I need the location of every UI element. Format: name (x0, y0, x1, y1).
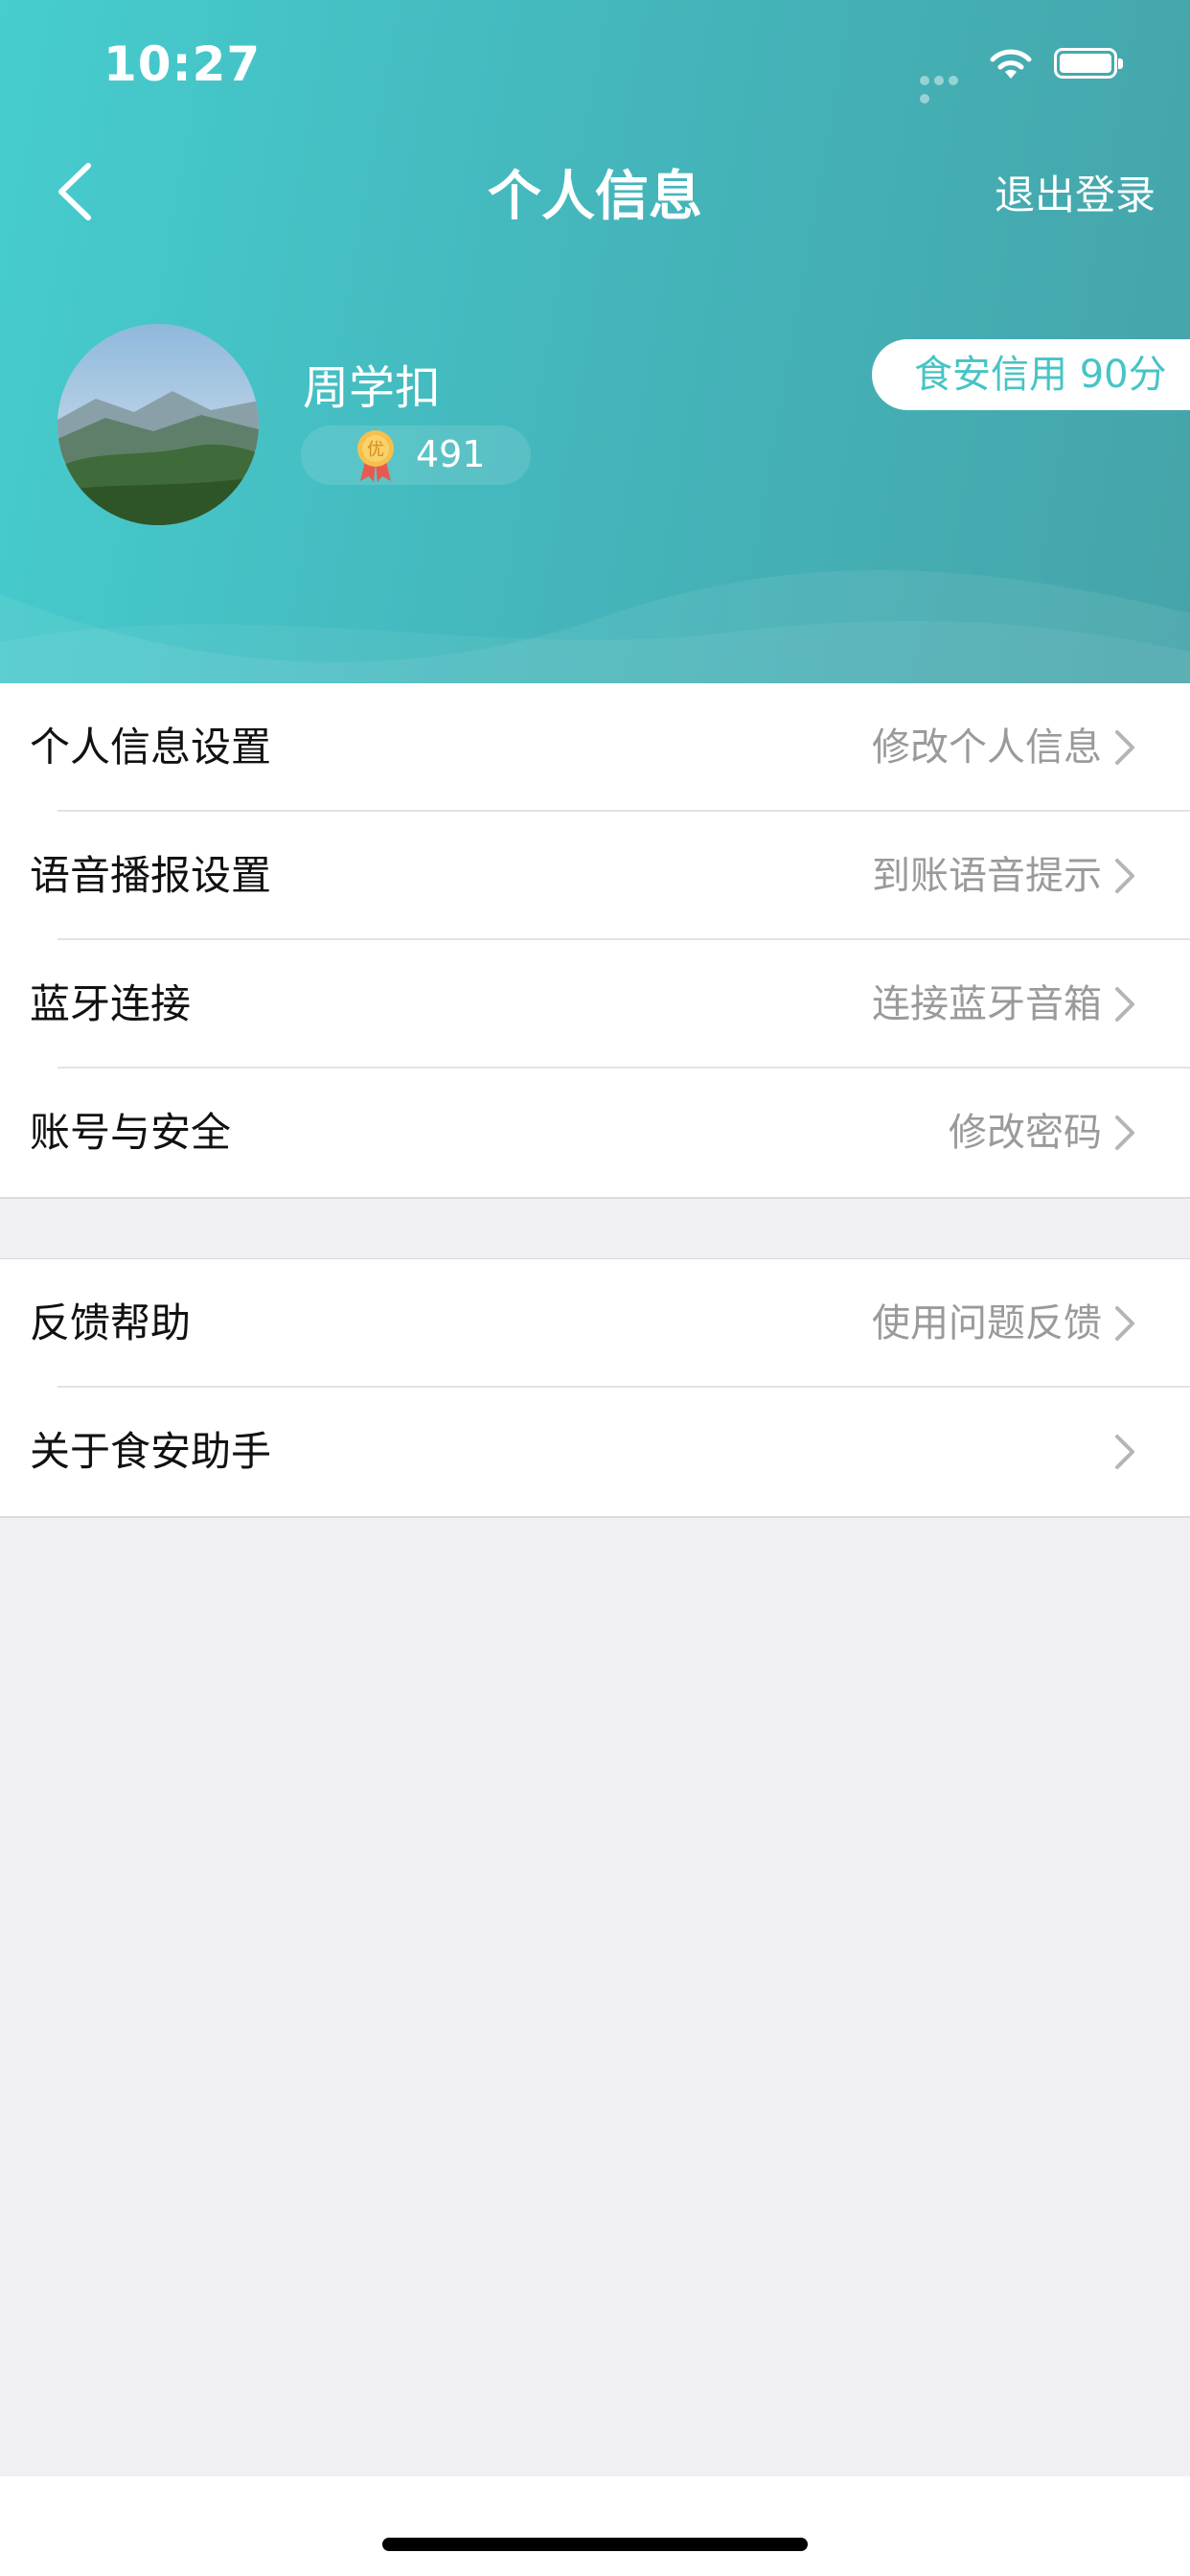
chevron-right-icon (1115, 1116, 1134, 1150)
avatar-landscape-image (57, 324, 259, 525)
settings-row-about[interactable]: 关于食安助手 (0, 1388, 1190, 1516)
settings-row-feedback[interactable]: 反馈帮助 使用问题反馈 (0, 1259, 1190, 1388)
wifi-icon (990, 49, 1032, 79)
user-name: 周学扣 (303, 361, 442, 415)
settings-row-account-security[interactable]: 账号与安全 修改密码 (0, 1069, 1190, 1197)
row-label: 语音播报设置 (30, 852, 272, 899)
home-indicator-area (0, 2476, 1190, 2576)
settings-row-personal-info[interactable]: 个人信息设置 修改个人信息 (0, 683, 1190, 812)
row-hint: 修改个人信息 (872, 725, 1102, 770)
row-label: 个人信息设置 (30, 724, 272, 770)
status-bar-time: 10:27 (103, 36, 262, 92)
profile-header: 10:27 个人信息 退出登录 周学扣 优 491 食安信用 90分 (0, 0, 1190, 683)
settings-group-secondary: 反馈帮助 使用问题反馈 关于食安助手 (0, 1258, 1190, 1518)
battery-icon (1054, 48, 1123, 79)
settings-row-voice-broadcast[interactable]: 语音播报设置 到账语音提示 (0, 812, 1190, 940)
row-label: 账号与安全 (30, 1109, 232, 1156)
row-hint: 使用问题反馈 (872, 1301, 1102, 1346)
chevron-right-icon (1115, 859, 1134, 893)
row-hint: 到账语音提示 (872, 854, 1102, 898)
home-indicator[interactable] (382, 2538, 808, 2551)
medal-icon: 优 (357, 430, 394, 482)
food-safety-credit-badge[interactable]: 食安信用 90分 (872, 339, 1190, 410)
header-wave-decoration (0, 570, 1190, 683)
row-hint: 连接蓝牙音箱 (872, 982, 1102, 1026)
row-label: 蓝牙连接 (30, 980, 192, 1027)
cellular-signal-icon (920, 71, 975, 104)
avatar[interactable] (57, 324, 259, 525)
chevron-right-icon (1115, 987, 1134, 1022)
row-label: 关于食安助手 (30, 1428, 272, 1475)
settings-row-bluetooth[interactable]: 蓝牙连接 连接蓝牙音箱 (0, 940, 1190, 1069)
points-value: 491 (416, 433, 486, 475)
logout-button[interactable]: 退出登录 (995, 163, 1156, 221)
points-badge: 优 491 (301, 426, 531, 485)
chevron-right-icon (1115, 1306, 1134, 1341)
medal-text: 优 (367, 440, 384, 460)
row-hint: 修改密码 (949, 1111, 1102, 1155)
settings-group-primary: 个人信息设置 修改个人信息 语音播报设置 到账语音提示 蓝牙连接 连接蓝牙音箱 … (0, 683, 1190, 1199)
chevron-right-icon (1115, 1435, 1134, 1469)
chevron-right-icon (1115, 730, 1134, 765)
row-label: 反馈帮助 (30, 1300, 192, 1346)
